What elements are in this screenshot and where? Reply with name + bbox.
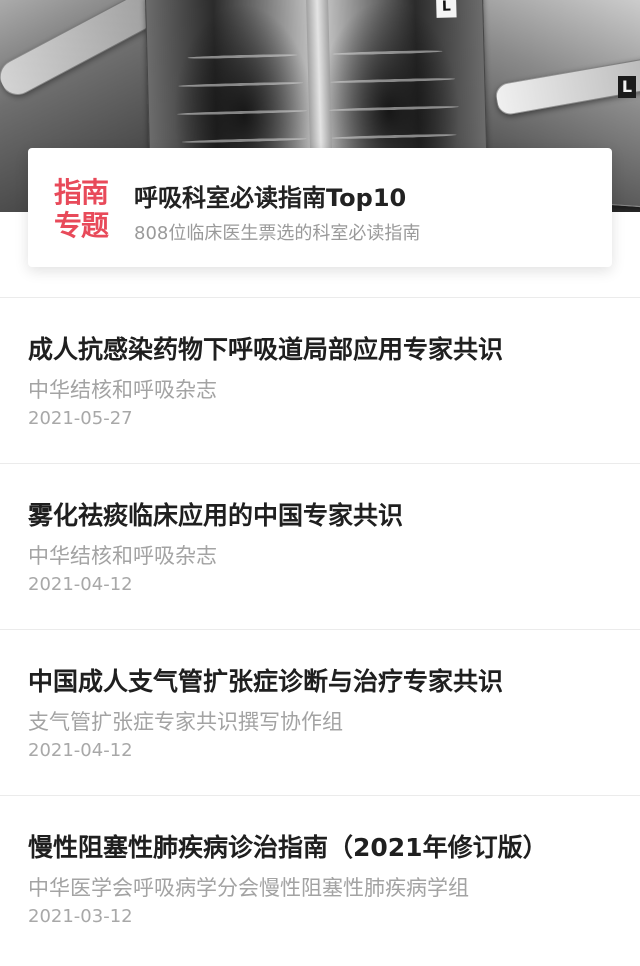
guide-source: 支气管扩张症专家共识撰写协作组 [28,710,343,734]
guide-source: 中华结核和呼吸杂志 [28,544,217,568]
topic-card[interactable]: 指南 专题 呼吸科室必读指南Top10 808位临床医生票选的科室必读指南 [28,148,612,267]
xray-marker-chest: L [436,0,457,18]
guide-date: 2021-04-12 [28,740,133,761]
guide-title: 雾化祛痰临床应用的中国专家共识 [28,501,404,530]
topic-tag-logo: 指南 专题 [54,176,116,242]
xray-rib [330,77,456,84]
guide-title: 成人抗感染药物下呼吸道局部应用专家共识 [28,335,504,364]
topic-title: 呼吸科室必读指南Top10 [134,184,407,212]
guide-source: 中华医学会呼吸病学分会慢性阻塞性肺疾病学组 [28,876,469,900]
guide-date: 2021-03-12 [28,906,133,927]
xray-marker-right: L [618,76,636,98]
xray-rib [328,105,459,112]
guide-item[interactable]: 成人抗感染药物下呼吸道局部应用专家共识 中华结核和呼吸杂志 2021-05-27 [0,298,640,463]
guide-item[interactable]: 雾化祛痰临床应用的中国专家共识 中华结核和呼吸杂志 2021-04-12 [0,464,640,629]
xray-rib [178,81,304,88]
xray-rib [331,133,457,140]
topic-subtitle: 808位临床医生票选的科室必读指南 [134,223,421,244]
guide-item[interactable]: 慢性阻塞性肺疾病诊治指南（2021年修订版） 中华医学会呼吸病学分会慢性阻塞性肺… [0,796,640,961]
xray-rib [176,109,308,116]
guide-date: 2021-04-12 [28,574,133,595]
topic-tag-line2: 专题 [54,209,109,242]
guide-source: 中华结核和呼吸杂志 [28,378,217,402]
page: L L 指南 专题 呼吸科室必读指南Top10 808位临床医生票选的科室必读指… [0,0,640,966]
xray-rib [181,137,307,144]
xray-rib [332,49,443,56]
guide-title: 中国成人支气管扩张症诊断与治疗专家共识 [28,667,504,696]
guide-title: 慢性阻塞性肺疾病诊治指南（2021年修订版） [28,833,548,862]
xray-rib [187,53,298,60]
guide-date: 2021-05-27 [28,408,133,429]
guide-item[interactable]: 中国成人支气管扩张症诊断与治疗专家共识 支气管扩张症专家共识撰写协作组 2021… [0,630,640,795]
topic-tag-line1: 指南 [54,176,109,209]
